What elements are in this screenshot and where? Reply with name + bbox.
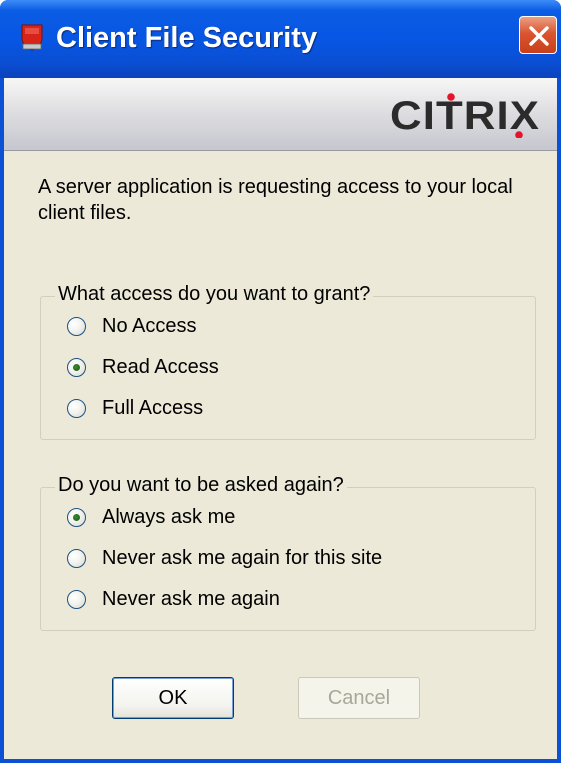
- access-groupbox: What access do you want to grant? No Acc…: [40, 283, 536, 440]
- citrix-logo: CITRIX: [390, 93, 540, 138]
- radio-button[interactable]: [67, 507, 86, 527]
- brand-banner: CITRIX: [4, 78, 557, 151]
- title-bar[interactable]: Client File Security: [0, 0, 561, 78]
- cancel-button[interactable]: Cancel: [298, 677, 420, 719]
- svg-text:CITRIX: CITRIX: [390, 94, 540, 138]
- shield-icon: [21, 24, 43, 51]
- radio-label: Read Access: [102, 355, 219, 378]
- radio-label: Full Access: [102, 396, 204, 419]
- dialog-window: Client File Security CITRIX A server app…: [0, 0, 561, 763]
- radio-read-access[interactable]: Read Access: [67, 352, 219, 382]
- radio-button[interactable]: [67, 316, 86, 336]
- close-button[interactable]: [519, 16, 557, 54]
- radio-never-ask-site[interactable]: Never ask me again for this site: [67, 543, 382, 573]
- radio-always-ask[interactable]: Always ask me: [67, 502, 235, 532]
- ok-button[interactable]: OK: [112, 677, 234, 719]
- window-title: Client File Security: [56, 22, 318, 54]
- radio-label: Always ask me: [102, 505, 236, 528]
- radio-never-ask[interactable]: Never ask me again: [67, 584, 280, 614]
- radio-full-access[interactable]: Full Access: [67, 393, 203, 423]
- radio-no-access[interactable]: No Access: [67, 311, 196, 341]
- radio-label: Never ask me again for this site: [102, 546, 383, 569]
- radio-button[interactable]: [67, 548, 86, 568]
- access-group-legend: What access do you want to grant?: [55, 283, 374, 306]
- ask-again-groupbox: Do you want to be asked again? Always as…: [40, 474, 536, 631]
- radio-button[interactable]: [67, 589, 86, 609]
- radio-label: No Access: [102, 314, 197, 337]
- radio-label: Never ask me again: [102, 587, 280, 610]
- radio-button[interactable]: [67, 357, 86, 377]
- dialog-body: CITRIX A server application is requestin…: [4, 78, 557, 759]
- ask-group-legend: Do you want to be asked again?: [55, 474, 347, 497]
- request-message: A server application is requesting acces…: [38, 176, 513, 224]
- close-icon: [529, 26, 549, 46]
- radio-button[interactable]: [67, 398, 86, 418]
